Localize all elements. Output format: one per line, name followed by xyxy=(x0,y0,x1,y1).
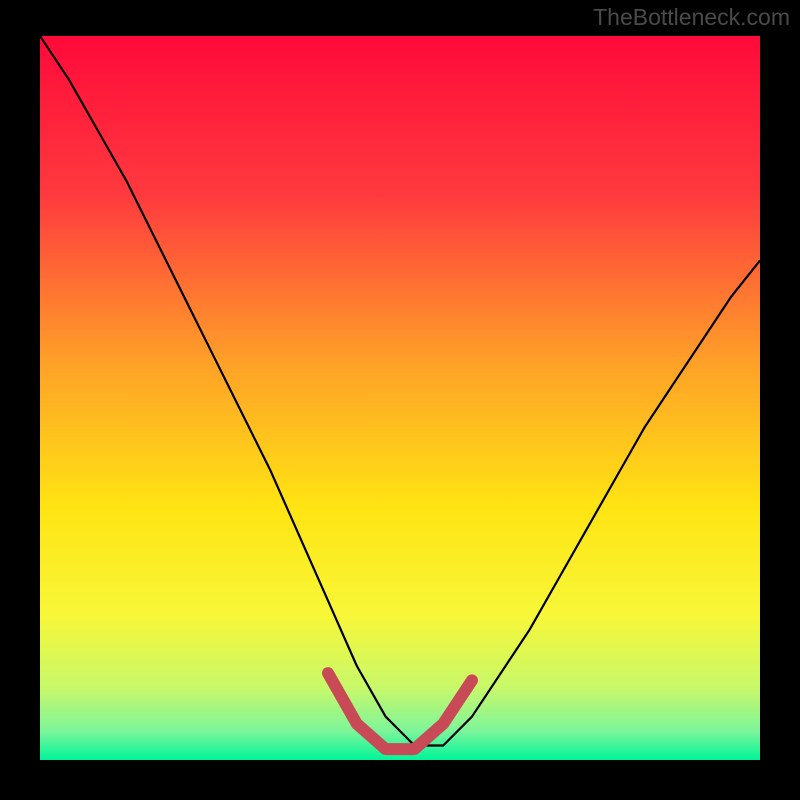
chart-frame: TheBottleneck.com xyxy=(0,0,800,800)
gradient-background xyxy=(40,36,760,760)
plot-area xyxy=(40,36,760,760)
watermark-text: TheBottleneck.com xyxy=(593,4,790,31)
bottleneck-chart xyxy=(40,36,760,760)
